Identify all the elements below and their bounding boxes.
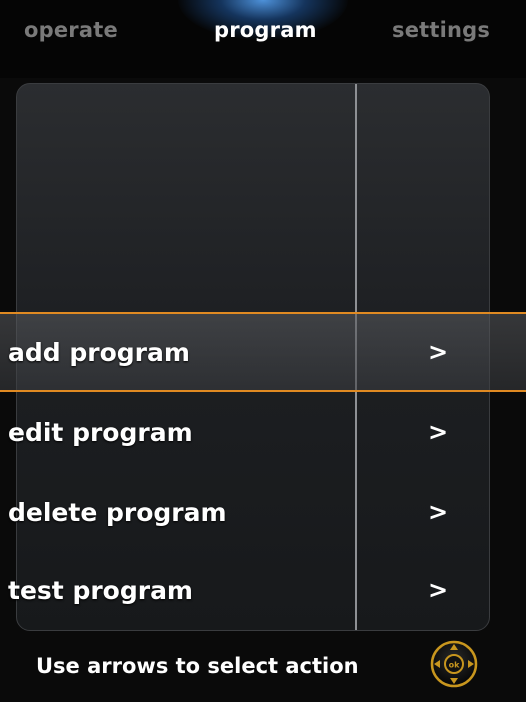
instruction-hint: Use arrows to select action [36,654,359,678]
dpad-center-label: ok [449,661,460,670]
chevron-right-icon: > [428,338,449,366]
menu-item-label: test program [8,576,193,605]
menu-item-edit-program[interactable]: edit program > [0,396,510,470]
tab-settings[interactable]: settings [392,18,490,42]
chevron-right-icon: > [428,576,449,604]
app-screen: operate program settings add program > e… [0,0,526,702]
menu-item-label: edit program [8,418,193,447]
menu-item-add-program[interactable]: add program > [0,316,510,390]
tab-program[interactable]: program [214,18,317,42]
tab-bar: operate program settings [0,0,526,78]
menu-item-test-program[interactable]: test program > [0,554,510,628]
dpad-graphic: ok [430,640,478,688]
chevron-right-icon: > [428,498,449,526]
chevron-right-icon: > [428,418,449,446]
dpad-ok-icon[interactable]: ok [430,640,478,688]
tab-operate[interactable]: operate [24,18,118,42]
menu-item-delete-program[interactable]: delete program > [0,476,510,550]
menu-item-label: delete program [8,498,227,527]
menu-item-label: add program [8,338,190,367]
